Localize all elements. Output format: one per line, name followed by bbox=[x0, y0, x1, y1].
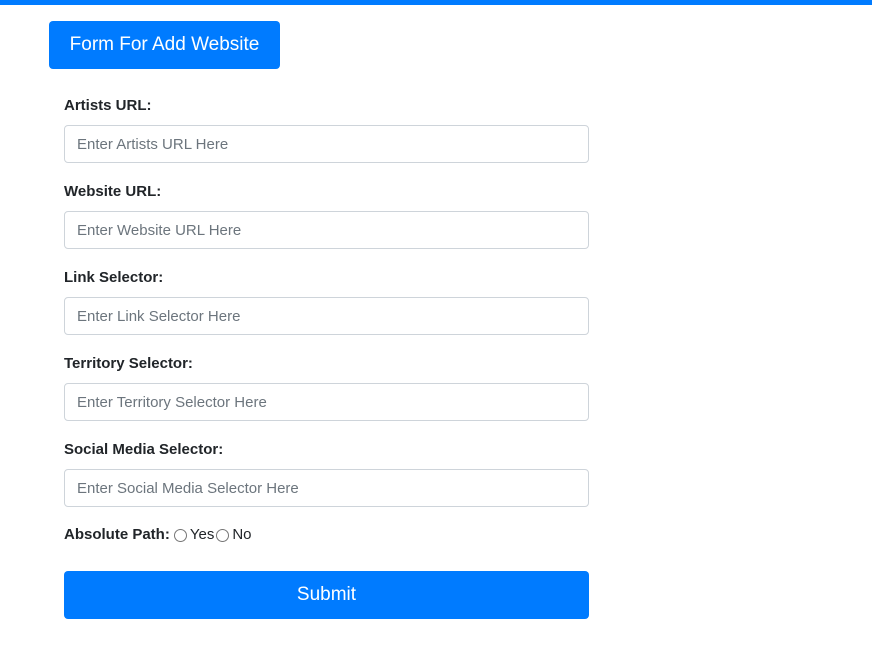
absolute-path-yes-label[interactable]: Yes bbox=[190, 525, 214, 545]
territory-selector-label: Territory Selector: bbox=[64, 355, 193, 372]
territory-selector-input[interactable] bbox=[64, 383, 589, 421]
submit-button[interactable]: Submit bbox=[64, 571, 589, 619]
top-accent-bar bbox=[0, 0, 872, 5]
absolute-path-yes-radio[interactable] bbox=[173, 528, 187, 542]
artists-url-input[interactable] bbox=[64, 125, 589, 163]
website-url-label: Website URL: bbox=[64, 183, 162, 200]
absolute-path-group: Absolute Path: Yes No bbox=[64, 525, 253, 545]
artists-url-field: Artists URL: bbox=[64, 93, 589, 179]
website-url-field: Website URL: bbox=[64, 179, 589, 265]
territory-selector-field: Territory Selector: bbox=[64, 351, 589, 437]
social-media-selector-input[interactable] bbox=[64, 469, 589, 507]
form-title-button[interactable]: Form For Add Website bbox=[49, 21, 280, 69]
social-media-selector-label: Social Media Selector: bbox=[64, 441, 224, 458]
absolute-path-no-label[interactable]: No bbox=[232, 525, 251, 545]
link-selector-label: Link Selector: bbox=[64, 269, 164, 286]
social-media-selector-field: Social Media Selector: bbox=[64, 437, 589, 523]
artists-url-label: Artists URL: bbox=[64, 97, 152, 114]
absolute-path-label: Absolute Path: bbox=[64, 526, 170, 543]
link-selector-field: Link Selector: bbox=[64, 265, 589, 351]
website-url-input[interactable] bbox=[64, 211, 589, 249]
add-website-form: Artists URL: Website URL: Link Selector:… bbox=[64, 93, 589, 523]
absolute-path-no-radio[interactable] bbox=[216, 528, 230, 542]
link-selector-input[interactable] bbox=[64, 297, 589, 335]
